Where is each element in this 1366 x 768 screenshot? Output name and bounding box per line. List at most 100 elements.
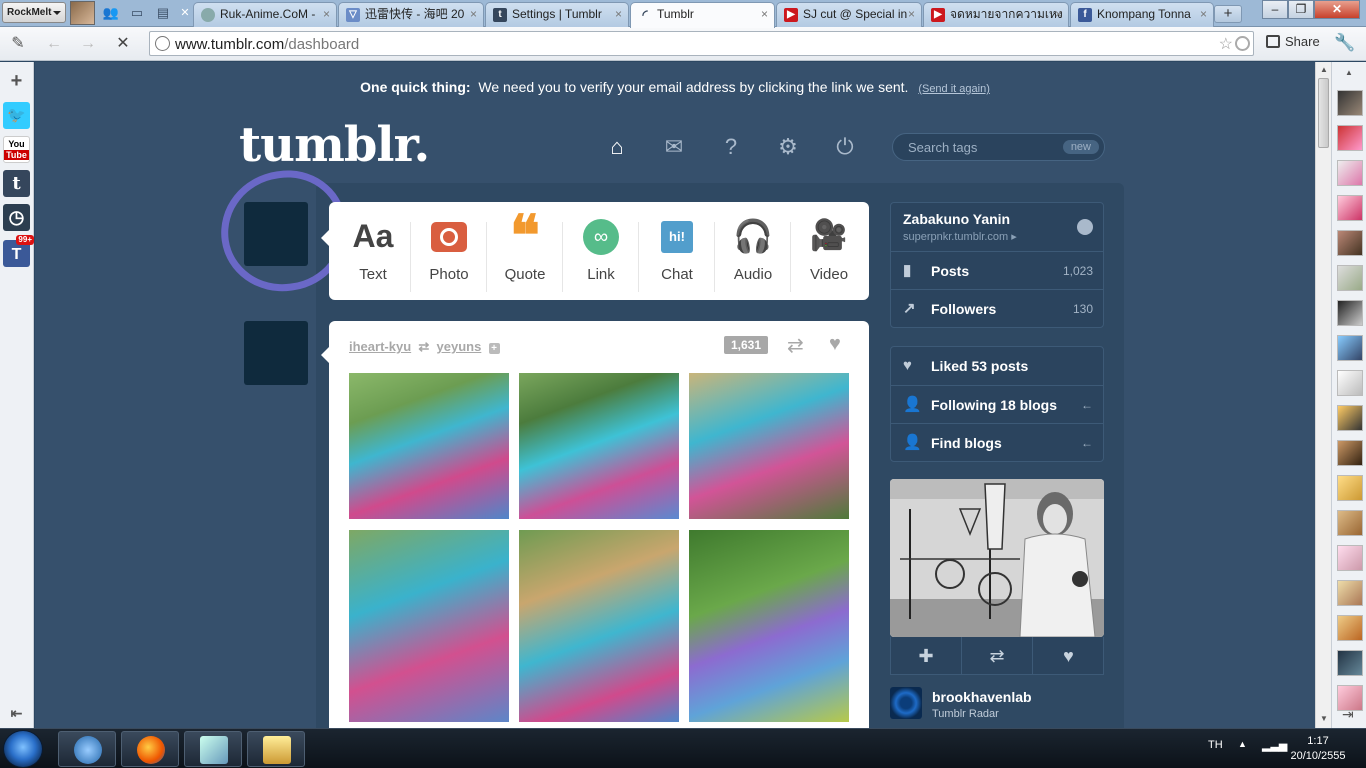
taskbar-firefox[interactable] <box>121 731 179 767</box>
address-bar[interactable]: www.tumblr.com/dashboard ☆ <box>149 31 1254 56</box>
post-author-avatar[interactable] <box>244 321 308 385</box>
post-type-chat[interactable]: hi! Chat <box>639 216 715 292</box>
feed-icon[interactable]: ▤ <box>154 5 172 21</box>
back-icon[interactable]: ← <box>44 34 64 54</box>
friend-avatar[interactable] <box>1337 195 1363 221</box>
scroll-up-icon[interactable]: ▲ <box>1345 68 1353 77</box>
chat-icon[interactable]: ▭ <box>128 5 146 21</box>
friend-avatar[interactable] <box>1337 510 1363 536</box>
tab-youtube-sj[interactable]: ▶ SJ cut @ Special in × <box>776 2 922 27</box>
taskbar-explorer[interactable] <box>247 731 305 767</box>
history-icon[interactable] <box>1235 36 1250 51</box>
search-tags-input[interactable]: Search tags new <box>892 133 1105 161</box>
liked-posts-row[interactable]: ♥ Liked 53 posts <box>891 347 1103 385</box>
posts-row[interactable]: ▮ Posts 1,023 <box>891 251 1103 289</box>
like-heart-icon[interactable]: ♥ <box>829 333 841 356</box>
followers-row[interactable]: ↗ Followers 130 <box>891 289 1103 327</box>
friend-avatar[interactable] <box>1337 160 1363 186</box>
help-icon[interactable]: ? <box>718 134 744 160</box>
find-blogs-row[interactable]: 👤 Find blogs ← <box>891 423 1103 461</box>
compose-icon[interactable]: ✎ <box>8 34 28 54</box>
close-tab-icon[interactable]: × <box>323 3 330 25</box>
logout-power-icon[interactable]: ⏻ <box>832 134 858 160</box>
blog-url[interactable]: superpnkr.tumblr.com ▸ <box>903 230 1091 243</box>
close-icon[interactable]: ✕ <box>176 5 194 21</box>
friend-avatar[interactable] <box>1337 370 1363 396</box>
post-photo-4[interactable] <box>349 530 509 722</box>
close-tab-icon[interactable]: × <box>1200 3 1207 25</box>
tumblr-icon[interactable]: t <box>3 170 30 197</box>
tab-facebook[interactable]: f Knompang Tonna × <box>1070 2 1214 27</box>
wrench-menu-icon[interactable]: 🔧 <box>1334 33 1355 53</box>
messages-icon[interactable]: ✉ <box>661 134 687 160</box>
show-hidden-icons-icon[interactable]: ▲ <box>1238 739 1247 749</box>
page-scrollbar[interactable]: ▲ ▼ <box>1315 62 1331 728</box>
collapse-sidebar-icon[interactable]: ⇤ <box>3 700 30 727</box>
reblog-icon[interactable]: ⇄ <box>787 333 804 358</box>
bookmark-star-icon[interactable]: ☆ <box>1219 34 1233 54</box>
reblog-source-link[interactable]: yeyuns <box>437 339 482 354</box>
stop-icon[interactable]: ✕ <box>113 34 133 54</box>
radar-reblog-icon[interactable]: ⇄ <box>962 637 1033 675</box>
friend-avatar[interactable] <box>1337 125 1363 151</box>
language-indicator[interactable]: TH <box>1208 739 1223 751</box>
youtube-icon[interactable]: You Tube <box>3 136 30 163</box>
friends-icon[interactable]: 👥 <box>102 5 120 21</box>
start-button[interactable] <box>3 730 43 768</box>
post-photo-6[interactable] <box>689 530 849 722</box>
friend-avatar[interactable] <box>1337 335 1363 361</box>
new-tab-button[interactable]: + <box>1214 5 1242 23</box>
friend-avatar[interactable] <box>1337 300 1363 326</box>
tab-youtube-thai[interactable]: ▶ จดหมายจากความเหง × <box>923 2 1069 27</box>
scrollbar-thumb[interactable] <box>1318 78 1329 148</box>
facebook-notifications-icon[interactable]: T 99+ <box>3 235 34 267</box>
friend-avatar[interactable] <box>1337 405 1363 431</box>
notes-count[interactable]: 1,631 <box>724 336 769 354</box>
maximize-button[interactable]: ❐ <box>1288 0 1314 19</box>
close-tab-icon[interactable]: × <box>470 3 477 25</box>
blog-title[interactable]: Zabakuno Yanin superpnkr.tumblr.com ▸ <box>891 203 1103 251</box>
friend-avatar[interactable] <box>1337 440 1363 466</box>
taskbar-notepad[interactable] <box>184 731 242 767</box>
friend-avatar[interactable] <box>1337 90 1363 116</box>
tumblr-logo[interactable]: tumblr. <box>239 117 430 173</box>
post-type-audio[interactable]: 🎧 Audio <box>715 216 791 292</box>
minimize-button[interactable]: – <box>1262 0 1288 19</box>
post-photo-5[interactable] <box>519 530 679 722</box>
post-type-video[interactable]: 🎥 Video <box>791 216 867 283</box>
radar-photo[interactable] <box>890 479 1104 637</box>
friend-avatar[interactable] <box>1337 615 1363 641</box>
rockmelt-menu-button[interactable]: RockMelt <box>2 2 66 23</box>
post-type-quote[interactable]: ❝ Quote <box>487 208 563 292</box>
taskbar-ie[interactable] <box>58 731 116 767</box>
send-again-link[interactable]: (Send it again) <box>918 83 990 95</box>
radar-blog-name[interactable]: brookhavenlab <box>932 689 1032 705</box>
friend-avatar[interactable] <box>1337 230 1363 256</box>
home-icon[interactable]: ⌂ <box>604 134 630 160</box>
post-photo-3[interactable] <box>689 373 849 519</box>
follow-plus-icon[interactable]: + <box>488 343 500 354</box>
post-type-photo[interactable]: Photo <box>411 216 487 292</box>
friend-avatar[interactable] <box>1337 475 1363 501</box>
post-photo-2[interactable] <box>519 373 679 519</box>
radar-blog-avatar[interactable] <box>890 687 922 719</box>
friend-avatar[interactable] <box>1337 580 1363 606</box>
network-signal-icon[interactable]: ▂▃▅ <box>1262 739 1287 752</box>
clock-icon[interactable]: ◷ <box>3 204 30 231</box>
tab-settings-tumblr[interactable]: t Settings | Tumblr × <box>485 2 629 27</box>
scroll-up-icon[interactable]: ▲ <box>1320 65 1328 74</box>
tab-ruk-anime[interactable]: Ruk-Anime.CoM - × <box>193 2 337 27</box>
forward-icon[interactable]: → <box>78 34 98 54</box>
close-tab-icon[interactable]: × <box>761 3 768 25</box>
tab-tumblr-active[interactable]: ◜ Tumblr × <box>630 2 775 28</box>
settings-gear-icon[interactable]: ⚙ <box>775 134 801 160</box>
friend-avatar[interactable] <box>1337 545 1363 571</box>
page-info-icon[interactable] <box>155 36 170 51</box>
post-author-link[interactable]: iheart-kyu <box>349 339 411 354</box>
profile-avatar[interactable] <box>70 1 95 25</box>
friend-avatar[interactable] <box>1337 265 1363 291</box>
expand-sidebar-icon[interactable]: ⇥ <box>1342 706 1354 723</box>
share-button[interactable]: Share <box>1266 34 1320 49</box>
friend-avatar[interactable] <box>1337 650 1363 676</box>
post-photo-1[interactable] <box>349 373 509 519</box>
